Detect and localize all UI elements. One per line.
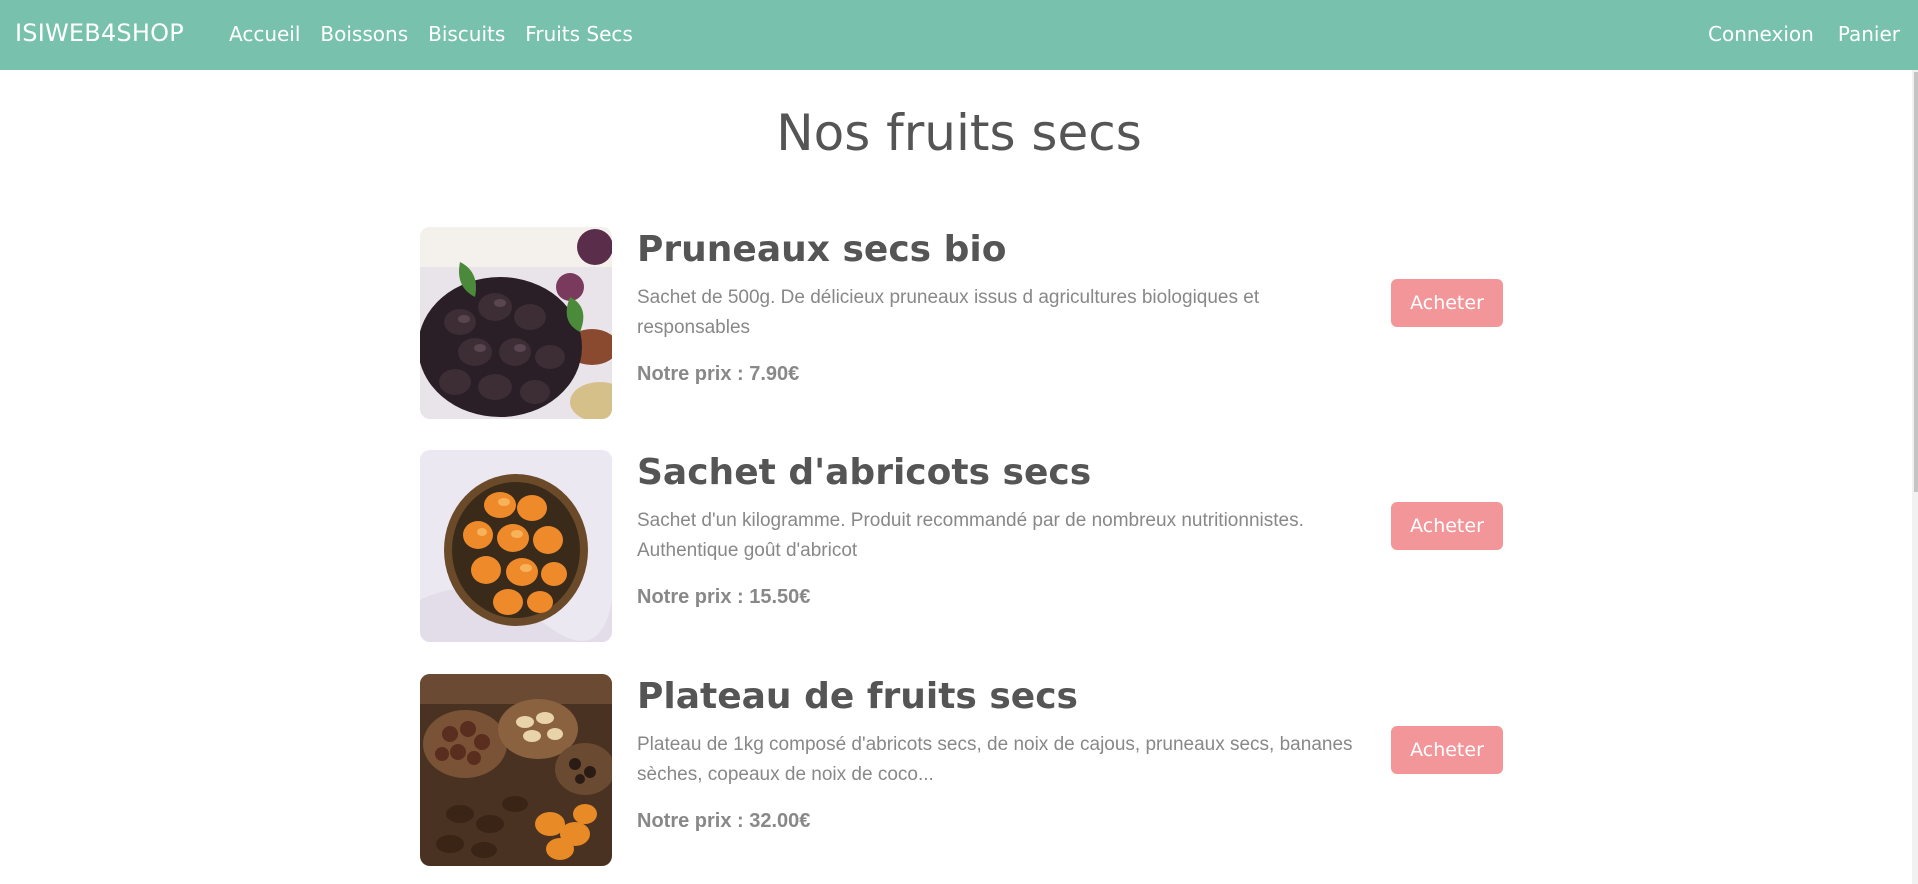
product-description: Sachet de 500g. De délicieux pruneaux is… [637,287,1260,338]
buy-button[interactable]: Acheter [1391,502,1503,550]
product-description: Plateau de 1kg composé d'abricots secs, … [637,734,1353,785]
top-navbar: ISIWEB4SHOP Accueil Boissons Biscuits Fr… [0,0,1918,70]
product-title: Sachet d'abricots secs [637,452,1092,493]
user-nav: Connexion Panier [1684,22,1900,46]
nav-link-fruits-secs[interactable]: Fruits Secs [525,22,633,46]
nav-link-panier[interactable]: Panier [1838,22,1900,46]
nav-link-accueil[interactable]: Accueil [229,22,300,46]
apricots-photo [420,450,612,642]
product-price: Notre prix : 15.50€ [637,586,810,609]
product-card: Pruneaux secs bio Sachet de 500g. De dél… [420,227,1503,421]
price-value: 7.90€ [749,363,800,385]
price-label: Notre prix : [637,586,750,608]
buy-button[interactable]: Acheter [1391,726,1503,774]
dried-fruit-platter-photo [420,674,612,866]
product-title: Plateau de fruits secs [637,676,1078,717]
brand-logo[interactable]: ISIWEB4SHOP [15,19,184,47]
main-nav: Accueil Boissons Biscuits Fruits Secs [229,22,653,46]
nav-link-biscuits[interactable]: Biscuits [428,22,505,46]
nav-link-boissons[interactable]: Boissons [320,22,408,46]
product-card: Plateau de fruits secs Plateau de 1kg co… [420,674,1503,868]
price-label: Notre prix : [637,810,750,832]
product-price: Notre prix : 7.90€ [637,363,799,386]
product-card: Sachet d'abricots secs Sachet d'un kilog… [420,450,1503,644]
page-title: Nos fruits secs [776,104,1142,162]
product-title: Pruneaux secs bio [637,229,1007,270]
price-value: 15.50€ [749,586,811,608]
nav-link-connexion[interactable]: Connexion [1708,22,1814,46]
buy-button[interactable]: Acheter [1391,279,1503,327]
price-label: Notre prix : [637,363,750,385]
price-value: 32.00€ [749,810,811,832]
prunes-photo [420,227,612,419]
product-description: Sachet d'un kilogramme. Produit recomman… [637,510,1304,561]
product-price: Notre prix : 32.00€ [637,810,810,833]
